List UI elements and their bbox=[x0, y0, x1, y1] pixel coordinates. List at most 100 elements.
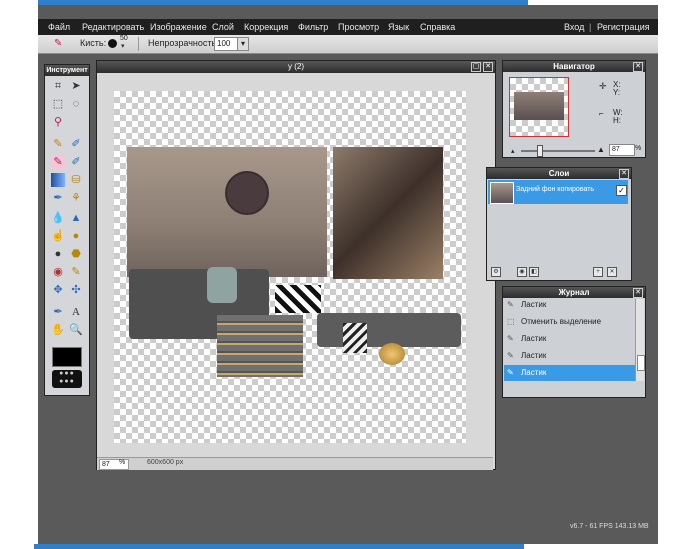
menu-language[interactable]: Язык bbox=[388, 19, 409, 35]
register-link[interactable]: Регистрация bbox=[597, 19, 650, 35]
layers-panel: Слои ✕ Задний фон копировать ✓ ⚙ ◉ ◧ + ✕ bbox=[486, 167, 632, 281]
layers-close-icon[interactable]: ✕ bbox=[619, 169, 629, 179]
navigator-preview[interactable] bbox=[509, 77, 569, 137]
zoom-out-icon[interactable]: ▴ bbox=[511, 147, 515, 155]
history-item[interactable]: ✎ Ластик bbox=[507, 348, 635, 364]
menu-edit[interactable]: Редактировать bbox=[82, 19, 144, 35]
color-swatch[interactable] bbox=[52, 347, 82, 367]
brush-preview-icon[interactable] bbox=[108, 39, 117, 48]
sponge-icon[interactable]: ● bbox=[69, 229, 83, 243]
eraser-icon: ✎ bbox=[507, 368, 514, 377]
history-item[interactable]: ✎ Ластик bbox=[507, 297, 635, 313]
bloat-icon[interactable]: ✥ bbox=[51, 283, 65, 297]
toolbar-divider bbox=[138, 37, 139, 51]
eraser-tool-icon[interactable]: ✎ bbox=[54, 38, 62, 49]
smudge-icon[interactable]: ☝ bbox=[51, 229, 65, 243]
navigator-h-label: H: bbox=[613, 116, 621, 125]
layer-row[interactable]: Задний фон копировать ✓ bbox=[488, 180, 628, 204]
menu-image[interactable]: Изображение bbox=[150, 19, 207, 35]
document-window: у (2) ▢ ✕ 87 % 600x600 px bbox=[96, 60, 496, 470]
sharpen-icon[interactable]: ▲ bbox=[69, 211, 83, 225]
tools-panel: Инструмент ⌗ ➤ ⬚ ◌ ⚲ ✎ ✐ ✎ ✐ ⛁ ✒ ⚘ 💧 ▲ ☝… bbox=[44, 64, 90, 396]
opacity-label: Непрозрачность: bbox=[148, 38, 219, 48]
picker-icon[interactable]: ✒ bbox=[51, 191, 65, 205]
red-eye-icon[interactable]: ◉ bbox=[51, 265, 65, 279]
zoom-icon[interactable]: 🔍 bbox=[69, 323, 83, 337]
zoom-in-icon[interactable]: ▲ bbox=[597, 145, 605, 154]
eraser-icon: ✎ bbox=[507, 300, 514, 309]
resize-icon: ⌐ bbox=[599, 109, 604, 118]
text-icon[interactable]: A bbox=[69, 305, 83, 319]
lasso-icon[interactable]: ◌ bbox=[69, 97, 83, 111]
menu-filter[interactable]: Фильтр bbox=[298, 19, 328, 35]
menu-help[interactable]: Справка bbox=[420, 19, 455, 35]
wand-icon[interactable]: ⚲ bbox=[51, 115, 65, 129]
layer-settings-icon[interactable]: ⚙ bbox=[491, 267, 501, 277]
history-item-label: Ластик bbox=[521, 351, 547, 360]
canvas-striped-pillow bbox=[275, 285, 321, 313]
document-title: у (2) bbox=[97, 61, 495, 73]
layer-visibility-checkbox[interactable]: ✓ bbox=[616, 185, 627, 196]
menu-file[interactable]: Файл bbox=[48, 19, 70, 35]
eraser-icon[interactable]: ✎ bbox=[51, 155, 65, 169]
brush-icon[interactable]: ✐ bbox=[69, 137, 83, 151]
menu-view[interactable]: Просмотр bbox=[338, 19, 379, 35]
navigator-close-icon[interactable]: ✕ bbox=[633, 62, 643, 72]
hand-icon[interactable]: ✋ bbox=[51, 323, 65, 337]
zoom-slider-handle[interactable] bbox=[537, 145, 543, 157]
fill-icon[interactable]: ⛁ bbox=[69, 173, 83, 187]
new-layer-icon[interactable]: + bbox=[593, 267, 603, 277]
gradient-icon[interactable] bbox=[51, 173, 65, 187]
clone-icon[interactable]: ⚘ bbox=[69, 191, 83, 205]
history-item[interactable]: ✎ Ластик bbox=[507, 331, 635, 347]
zoom-slider[interactable] bbox=[521, 150, 595, 152]
menu-bar: Файл Редактировать Изображение Слой Корр… bbox=[38, 19, 658, 35]
color-swatches-grid-icon[interactable]: ●●● ●●● bbox=[52, 370, 82, 388]
navigator-panel: Навигатор ✕ ✛ X: Y: ⌐ W: H: ▴ ▲ 87 % bbox=[502, 60, 646, 158]
menu-separator: | bbox=[589, 22, 592, 32]
dodge-icon[interactable]: ● bbox=[51, 247, 65, 261]
canvas-bench bbox=[317, 313, 461, 347]
marquee-icon[interactable]: ⬚ bbox=[51, 97, 65, 111]
move-icon[interactable]: ➤ bbox=[69, 79, 83, 93]
canvas-cushion bbox=[207, 267, 237, 303]
layer-style-icon[interactable]: ◧ bbox=[529, 267, 539, 277]
tools-panel-title: Инструмент bbox=[45, 65, 89, 76]
bottom-banner-strip bbox=[34, 544, 524, 549]
chevron-down-icon[interactable]: ▾ bbox=[121, 42, 125, 50]
brush-label: Кисть: bbox=[80, 38, 107, 48]
spot-heal-icon[interactable]: ✎ bbox=[69, 265, 83, 279]
canvas-book-stack bbox=[217, 315, 303, 377]
canvas-small-pillow bbox=[343, 323, 367, 353]
close-icon[interactable]: ✕ bbox=[483, 62, 493, 72]
replace-color-icon[interactable]: ✐ bbox=[69, 155, 83, 169]
pinch-icon[interactable]: ✣ bbox=[69, 283, 83, 297]
canvas-photo-shelf bbox=[333, 147, 443, 279]
maximize-icon[interactable]: ▢ bbox=[471, 62, 481, 72]
blur-icon[interactable]: 💧 bbox=[51, 211, 65, 225]
menu-adjust[interactable]: Коррекция bbox=[244, 19, 288, 35]
pencil-icon[interactable]: ✎ bbox=[51, 137, 65, 151]
document-size: 600x600 px bbox=[147, 459, 184, 466]
navigator-title: Навигатор bbox=[503, 61, 645, 72]
history-item[interactable]: ⬚ Отменить выделение bbox=[507, 314, 635, 330]
zoom-unit: % bbox=[119, 459, 126, 466]
navigator-zoom-input[interactable]: 87 bbox=[609, 144, 635, 156]
history-scrollbar-thumb[interactable] bbox=[637, 355, 645, 371]
history-scrollbar[interactable] bbox=[635, 299, 645, 381]
menu-layer[interactable]: Слой bbox=[212, 19, 234, 35]
burn-icon[interactable]: ⬣ bbox=[69, 247, 83, 261]
history-item-selected[interactable]: ✎ Ластик bbox=[504, 365, 638, 381]
canvas-clock-shape bbox=[225, 171, 269, 215]
layers-title: Слои bbox=[487, 168, 631, 179]
login-link[interactable]: Вход bbox=[564, 19, 584, 35]
layer-thumbnail bbox=[490, 182, 514, 204]
history-item-label: Отменить выделение bbox=[521, 317, 602, 326]
opacity-dropdown-icon[interactable]: ▾ bbox=[237, 37, 249, 51]
eyedropper-icon[interactable]: ✒ bbox=[51, 305, 65, 319]
crop-icon[interactable]: ⌗ bbox=[51, 79, 65, 93]
history-item-label: Ластик bbox=[521, 300, 547, 309]
navigator-thumbnail bbox=[514, 92, 564, 120]
layer-mask-icon[interactable]: ◉ bbox=[517, 267, 527, 277]
delete-layer-icon[interactable]: ✕ bbox=[607, 267, 617, 277]
